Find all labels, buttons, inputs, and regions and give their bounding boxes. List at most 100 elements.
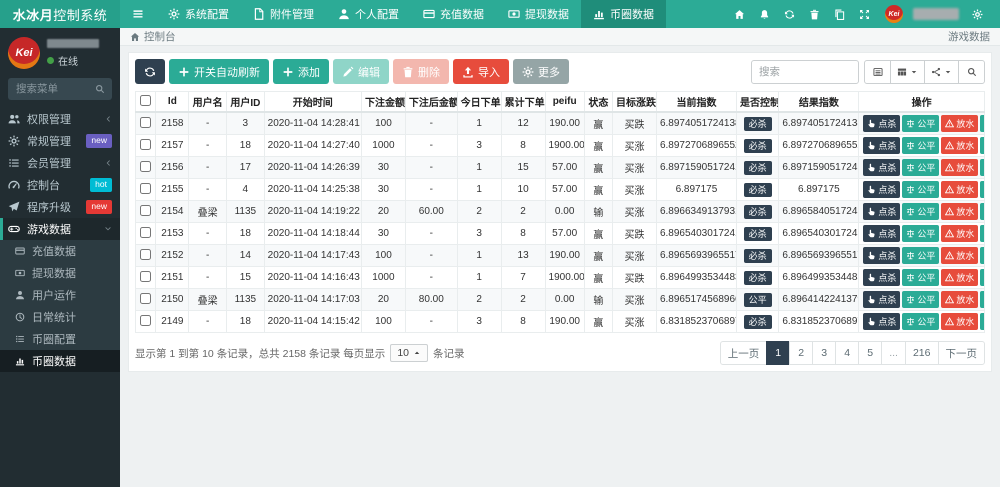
sidebar-subitem-日常统计[interactable]: 日常统计: [0, 306, 120, 328]
column-header-下注后金额[interactable]: 下注后金额: [405, 92, 457, 113]
prev-page-button[interactable]: 上一页: [720, 341, 768, 365]
row-checkbox[interactable]: [140, 293, 151, 304]
column-header-当前指数[interactable]: 当前指数: [656, 92, 736, 113]
sidebar-avatar[interactable]: Kei: [8, 37, 40, 69]
page-button-...[interactable]: ...: [881, 341, 906, 365]
page-button-3[interactable]: 3: [812, 341, 836, 365]
column-header-今日下单[interactable]: 今日下单: [457, 92, 501, 113]
column-header-目标涨跌[interactable]: 目标涨跌: [613, 92, 657, 113]
sidebar-item-控制台[interactable]: 控制台hot: [0, 174, 120, 196]
sidebar-item-权限管理[interactable]: 权限管理: [0, 108, 120, 130]
fair-button[interactable]: 公平: [902, 247, 939, 264]
row-checkbox[interactable]: [140, 117, 151, 128]
page-button-216[interactable]: 216: [905, 341, 939, 365]
settings-button[interactable]: [965, 9, 990, 20]
water-button[interactable]: 放水: [941, 269, 978, 286]
table-search-input[interactable]: [751, 60, 859, 84]
topbar-item-充值数据[interactable]: 充值数据: [411, 0, 496, 28]
fair-button[interactable]: 公平: [902, 115, 939, 132]
page-button-5[interactable]: 5: [858, 341, 882, 365]
avatar[interactable]: Kei: [885, 5, 903, 23]
water-button[interactable]: 放水: [941, 181, 978, 198]
trash-button[interactable]: [802, 9, 827, 20]
toggle-auto-refresh-button[interactable]: 开关自动刷新: [169, 59, 269, 84]
column-header-是否控制[interactable]: 是否控制: [736, 92, 778, 113]
sidebar-subitem-充值数据[interactable]: 充值数据: [0, 240, 120, 262]
row-edit-button[interactable]: [980, 181, 984, 198]
more-button[interactable]: 更多: [513, 59, 569, 84]
row-edit-button[interactable]: [980, 247, 984, 264]
water-button[interactable]: 放水: [941, 159, 978, 176]
topbar-item-币圈数据[interactable]: 币圈数据: [581, 0, 666, 28]
water-button[interactable]: 放水: [941, 291, 978, 308]
sidebar-toggle-button[interactable]: [120, 0, 156, 28]
fair-button[interactable]: 公平: [902, 159, 939, 176]
page-button-4[interactable]: 4: [835, 341, 859, 365]
fair-button[interactable]: 公平: [902, 181, 939, 198]
row-checkbox[interactable]: [140, 249, 151, 260]
column-header-用户名[interactable]: 用户名: [189, 92, 227, 113]
sidebar-item-常规管理[interactable]: 常规管理new: [0, 130, 120, 152]
export-button[interactable]: [924, 60, 959, 84]
expand-button[interactable]: [852, 9, 877, 20]
column-header-peifu[interactable]: peifu: [545, 92, 584, 113]
row-checkbox[interactable]: [140, 315, 151, 326]
add-button[interactable]: 添加: [273, 59, 329, 84]
copy-button[interactable]: [827, 9, 852, 20]
select-all-checkbox[interactable]: [140, 95, 151, 106]
topbar-item-系统配置[interactable]: 系统配置: [156, 0, 241, 28]
row-checkbox[interactable]: [140, 205, 151, 216]
topbar-item-提现数据[interactable]: 提现数据: [496, 0, 581, 28]
column-header-用户ID[interactable]: 用户ID: [227, 92, 265, 113]
topbar-item-附件管理[interactable]: 附件管理: [241, 0, 326, 28]
water-button[interactable]: 放水: [941, 247, 978, 264]
sidebar-item-游戏数据[interactable]: 游戏数据: [0, 218, 120, 240]
refresh-button[interactable]: [135, 59, 165, 84]
kill-button[interactable]: 点杀: [863, 291, 900, 308]
fair-button[interactable]: 公平: [902, 269, 939, 286]
row-checkbox[interactable]: [140, 139, 151, 150]
kill-button[interactable]: 点杀: [863, 247, 900, 264]
column-header-开始时间[interactable]: 开始时间: [264, 92, 361, 113]
row-checkbox[interactable]: [140, 183, 151, 194]
water-button[interactable]: 放水: [941, 115, 978, 132]
fair-button[interactable]: 公平: [902, 225, 939, 242]
breadcrumb-left[interactable]: 控制台: [130, 29, 176, 44]
refresh-button[interactable]: [777, 9, 802, 20]
sidebar-subitem-提现数据[interactable]: 提现数据: [0, 262, 120, 284]
column-header-下注金额[interactable]: 下注金额: [361, 92, 405, 113]
row-checkbox[interactable]: [140, 271, 151, 282]
page-button-1[interactable]: 1: [766, 341, 790, 365]
column-header-结果指数[interactable]: 结果指数: [779, 92, 859, 113]
search-button[interactable]: [958, 60, 985, 84]
row-edit-button[interactable]: [980, 313, 984, 330]
page-size-select[interactable]: 10: [390, 344, 428, 362]
sidebar-subitem-用户运作[interactable]: 用户运作: [0, 284, 120, 306]
row-edit-button[interactable]: [980, 225, 984, 242]
edit-button[interactable]: 编辑: [333, 59, 389, 84]
column-header-状态[interactable]: 状态: [584, 92, 612, 113]
kill-button[interactable]: 点杀: [863, 225, 900, 242]
delete-button[interactable]: 删除: [393, 59, 449, 84]
page-button-2[interactable]: 2: [789, 341, 813, 365]
view-toggle-button[interactable]: [864, 60, 891, 84]
topbar-item-个人配置[interactable]: 个人配置: [326, 0, 411, 28]
row-edit-button[interactable]: [980, 137, 984, 154]
kill-button[interactable]: 点杀: [863, 115, 900, 132]
water-button[interactable]: 放水: [941, 203, 978, 220]
row-edit-button[interactable]: [980, 159, 984, 176]
sidebar-subitem-币圈数据[interactable]: 币圈数据: [0, 350, 120, 372]
column-header-Id[interactable]: Id: [156, 92, 189, 113]
kill-button[interactable]: 点杀: [863, 269, 900, 286]
fair-button[interactable]: 公平: [902, 203, 939, 220]
kill-button[interactable]: 点杀: [863, 203, 900, 220]
fair-button[interactable]: 公平: [902, 313, 939, 330]
water-button[interactable]: 放水: [941, 225, 978, 242]
column-header-操作[interactable]: 操作: [859, 92, 985, 113]
kill-button[interactable]: 点杀: [863, 159, 900, 176]
columns-button[interactable]: [890, 60, 925, 84]
sidebar-subitem-币圈配置[interactable]: 币圈配置: [0, 328, 120, 350]
water-button[interactable]: 放水: [941, 313, 978, 330]
bell-button[interactable]: [752, 9, 777, 20]
kill-button[interactable]: 点杀: [863, 313, 900, 330]
